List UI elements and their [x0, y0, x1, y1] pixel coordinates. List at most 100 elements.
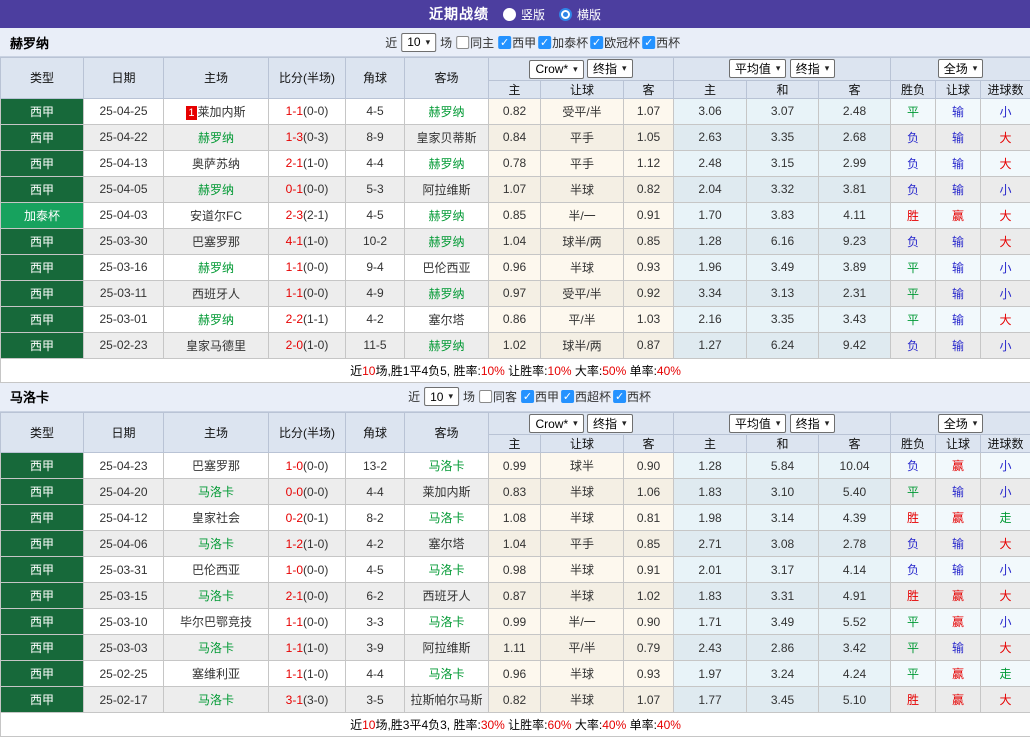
- league-filter[interactable]: ✓西杯: [613, 388, 651, 405]
- home-team-name[interactable]: 马洛卡: [198, 641, 234, 655]
- odds-stage-select[interactable]: 终指▾: [587, 414, 633, 433]
- away-team-name[interactable]: 西班牙人: [422, 589, 470, 603]
- bookmaker-select-value: Crow*: [535, 417, 568, 431]
- subheader-handicap-result: 让球: [936, 435, 981, 453]
- checkbox-checked-icon[interactable]: ✓: [538, 36, 551, 49]
- bookmaker-select[interactable]: Crow*▾: [529, 414, 583, 433]
- away-team-name[interactable]: 马洛卡: [428, 615, 464, 629]
- home-team-name[interactable]: 马洛卡: [198, 693, 234, 707]
- home-team-name[interactable]: 赫罗纳: [198, 131, 234, 145]
- chevron-down-icon: ▾: [776, 418, 781, 429]
- home-team-name[interactable]: 巴伦西亚: [192, 563, 240, 577]
- home-team-name[interactable]: 马洛卡: [198, 537, 234, 551]
- bookmaker-select[interactable]: Crow*▾: [529, 60, 583, 79]
- full-match-select[interactable]: 全场▾: [938, 59, 984, 78]
- avg-draw-odds-cell: 2.86: [747, 635, 819, 661]
- radio-on-icon[interactable]: [559, 8, 572, 21]
- away-team-cell: 巴伦西亚: [405, 254, 489, 280]
- odds-stage-select[interactable]: 终指▾: [587, 59, 633, 78]
- average-stage-select[interactable]: 终指▾: [790, 414, 836, 433]
- home-team-name[interactable]: 赫罗纳: [198, 183, 234, 197]
- away-team-name[interactable]: 赫罗纳: [428, 105, 464, 119]
- checkbox-checked-icon[interactable]: ✓: [521, 390, 534, 403]
- checkbox-unchecked-icon[interactable]: [456, 36, 469, 49]
- score-cell: 1-0(0-0): [269, 453, 346, 479]
- home-team-name[interactable]: 巴塞罗那: [192, 235, 240, 249]
- summary-segment: 10: [362, 364, 375, 378]
- result-cell: 负: [891, 228, 936, 254]
- corner-cell: 8-2: [346, 505, 405, 531]
- handicap-result-cell: 输: [936, 557, 981, 583]
- away-team-name[interactable]: 赫罗纳: [428, 287, 464, 301]
- league-filter[interactable]: ✓欧冠杯: [590, 34, 640, 51]
- match-count-select[interactable]: 10 ▾: [401, 33, 436, 52]
- away-team-name[interactable]: 赫罗纳: [428, 157, 464, 171]
- corner-cell: 10-2: [346, 228, 405, 254]
- home-team-name[interactable]: 皇家社会: [192, 511, 240, 525]
- checkbox-unchecked-icon[interactable]: [479, 390, 492, 403]
- away-team-name[interactable]: 巴伦西亚: [422, 261, 470, 275]
- crow-handicap-cell: 半球: [541, 557, 624, 583]
- average-stage-select[interactable]: 终指▾: [790, 59, 836, 78]
- away-team-name[interactable]: 皇家贝蒂斯: [416, 131, 476, 145]
- away-team-name[interactable]: 阿拉维斯: [422, 183, 470, 197]
- away-team-name[interactable]: 阿拉维斯: [422, 641, 470, 655]
- odds-stage-select-value: 终指: [593, 60, 617, 77]
- summary-segment: 50%: [602, 364, 626, 378]
- layout-radio-vertical[interactable]: 竖版: [503, 6, 545, 23]
- checkbox-checked-icon[interactable]: ✓: [561, 390, 574, 403]
- date-cell: 25-04-12: [84, 505, 164, 531]
- home-team-name[interactable]: 莱加内斯: [198, 105, 246, 119]
- away-team-name[interactable]: 塞尔塔: [428, 313, 464, 327]
- home-team-name[interactable]: 马洛卡: [198, 589, 234, 603]
- home-team-name[interactable]: 奥萨苏纳: [192, 157, 240, 171]
- result-cell: 平: [891, 635, 936, 661]
- home-team-name[interactable]: 赫罗纳: [198, 261, 234, 275]
- layout-radio-horizontal[interactable]: 横版: [559, 6, 601, 23]
- checkbox-checked-icon[interactable]: ✓: [498, 36, 511, 49]
- radio-off-icon[interactable]: [503, 8, 516, 21]
- home-team-cell: 巴塞罗那: [164, 453, 269, 479]
- league-filter[interactable]: ✓西甲: [498, 34, 536, 51]
- same-venue-filter[interactable]: 同主: [456, 34, 494, 51]
- away-team-name[interactable]: 拉斯帕尔马斯: [410, 693, 482, 707]
- away-team-name[interactable]: 马洛卡: [428, 459, 464, 473]
- away-team-name[interactable]: 塞尔塔: [428, 537, 464, 551]
- away-team-name[interactable]: 马洛卡: [428, 667, 464, 681]
- league-filter[interactable]: ✓西超杯: [561, 388, 611, 405]
- avg-draw-odds-cell: 3.07: [747, 98, 819, 124]
- league-filter[interactable]: ✓西甲: [521, 388, 559, 405]
- home-team-name[interactable]: 安道尔FC: [190, 209, 242, 223]
- filter-bar: 近 10 ▾ 场 同客 ✓西甲✓西超杯✓西杯: [408, 383, 651, 411]
- away-team-name[interactable]: 马洛卡: [428, 563, 464, 577]
- same-venue-filter[interactable]: 同客: [479, 388, 517, 405]
- average-select[interactable]: 平均值▾: [729, 59, 787, 78]
- away-team-name[interactable]: 马洛卡: [428, 511, 464, 525]
- home-team-name[interactable]: 马洛卡: [198, 485, 234, 499]
- match-count-select[interactable]: 10 ▾: [424, 387, 459, 406]
- away-team-name[interactable]: 赫罗纳: [428, 339, 464, 353]
- home-team-name[interactable]: 赫罗纳: [198, 313, 234, 327]
- crow-away-odds-cell: 1.12: [624, 150, 674, 176]
- crow-away-odds-cell: 1.02: [624, 583, 674, 609]
- chevron-down-icon: ▾: [825, 63, 830, 74]
- league-cell: 西甲: [1, 453, 84, 479]
- away-team-name[interactable]: 赫罗纳: [428, 235, 464, 249]
- home-team-name[interactable]: 西班牙人: [192, 287, 240, 301]
- full-match-select[interactable]: 全场▾: [938, 414, 984, 433]
- checkbox-checked-icon[interactable]: ✓: [590, 36, 603, 49]
- crow-away-odds-cell: 0.93: [624, 661, 674, 687]
- checkbox-checked-icon[interactable]: ✓: [613, 390, 626, 403]
- away-team-name[interactable]: 赫罗纳: [428, 209, 464, 223]
- average-select[interactable]: 平均值▾: [729, 414, 787, 433]
- league-filter[interactable]: ✓西杯: [642, 34, 680, 51]
- league-filter[interactable]: ✓加泰杯: [538, 34, 588, 51]
- home-team-name[interactable]: 巴塞罗那: [192, 459, 240, 473]
- home-team-name[interactable]: 皇家马德里: [186, 339, 246, 353]
- away-team-name[interactable]: 莱加内斯: [422, 485, 470, 499]
- crow-home-odds-cell: 1.02: [489, 332, 541, 358]
- checkbox-checked-icon[interactable]: ✓: [642, 36, 655, 49]
- match-count-value: 10: [430, 390, 443, 404]
- home-team-name[interactable]: 毕尔巴鄂竞技: [180, 615, 252, 629]
- home-team-name[interactable]: 塞维利亚: [192, 667, 240, 681]
